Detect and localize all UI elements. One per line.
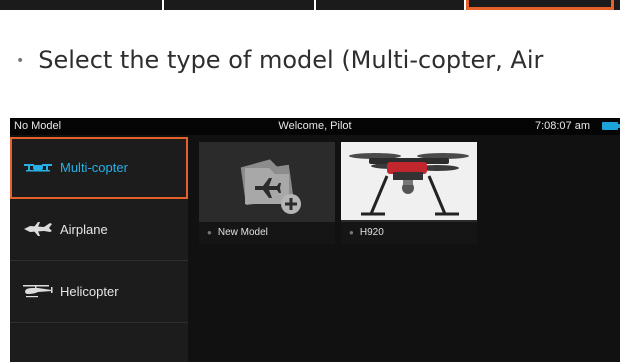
model-tile-h920[interactable]: ● H920 — [341, 142, 477, 244]
device-screen: No Model Welcome, Pilot 7:08:07 am Multi… — [10, 118, 620, 362]
bullet: • — [16, 53, 25, 69]
new-model-icon — [199, 142, 335, 220]
bullet-dot: ● — [207, 228, 212, 237]
helicopter-icon — [23, 285, 53, 298]
model-name: H920 — [359, 227, 384, 238]
top-tab-4-highlighted — [466, 0, 614, 10]
model-type-sidebar: Multi-copter Airplane Helicopter — [10, 137, 188, 362]
top-tab-1 — [0, 0, 164, 10]
model-name: New Model — [217, 227, 268, 238]
sidebar-item-helicopter[interactable]: Helicopter — [10, 261, 188, 323]
top-tab-3 — [316, 0, 466, 10]
status-bar: No Model Welcome, Pilot 7:08:07 am — [10, 118, 620, 135]
h920-drone-photo — [341, 142, 477, 220]
sidebar-item-multi-copter[interactable]: Multi-copter — [10, 137, 188, 199]
model-tile-new-model[interactable]: ● New Model — [199, 142, 335, 244]
battery-icon — [602, 122, 620, 130]
top-tab-2 — [164, 0, 316, 10]
sidebar-item-label: Airplane — [60, 222, 108, 237]
model-tile-caption: ● New Model — [199, 222, 335, 244]
sidebar-item-label: Multi-copter — [60, 160, 128, 175]
multicopter-icon — [24, 164, 52, 172]
sidebar-item-airplane[interactable]: Airplane — [10, 199, 188, 261]
sidebar-item-label: Helicopter — [60, 284, 119, 299]
instruction-label: Select the type of model (Multi-copter, … — [38, 46, 544, 74]
instruction-text: • Select the type of model (Multi-copter,… — [16, 46, 620, 74]
model-tile-caption: ● H920 — [341, 222, 477, 244]
airplane-icon — [24, 222, 52, 236]
bullet-dot: ● — [349, 228, 354, 237]
top-tab-strip — [0, 0, 620, 10]
clock: 7:08:07 am — [534, 120, 590, 132]
welcome-text: Welcome, Pilot — [278, 120, 352, 132]
model-grid: ● New Model ● H920 — [194, 137, 620, 362]
